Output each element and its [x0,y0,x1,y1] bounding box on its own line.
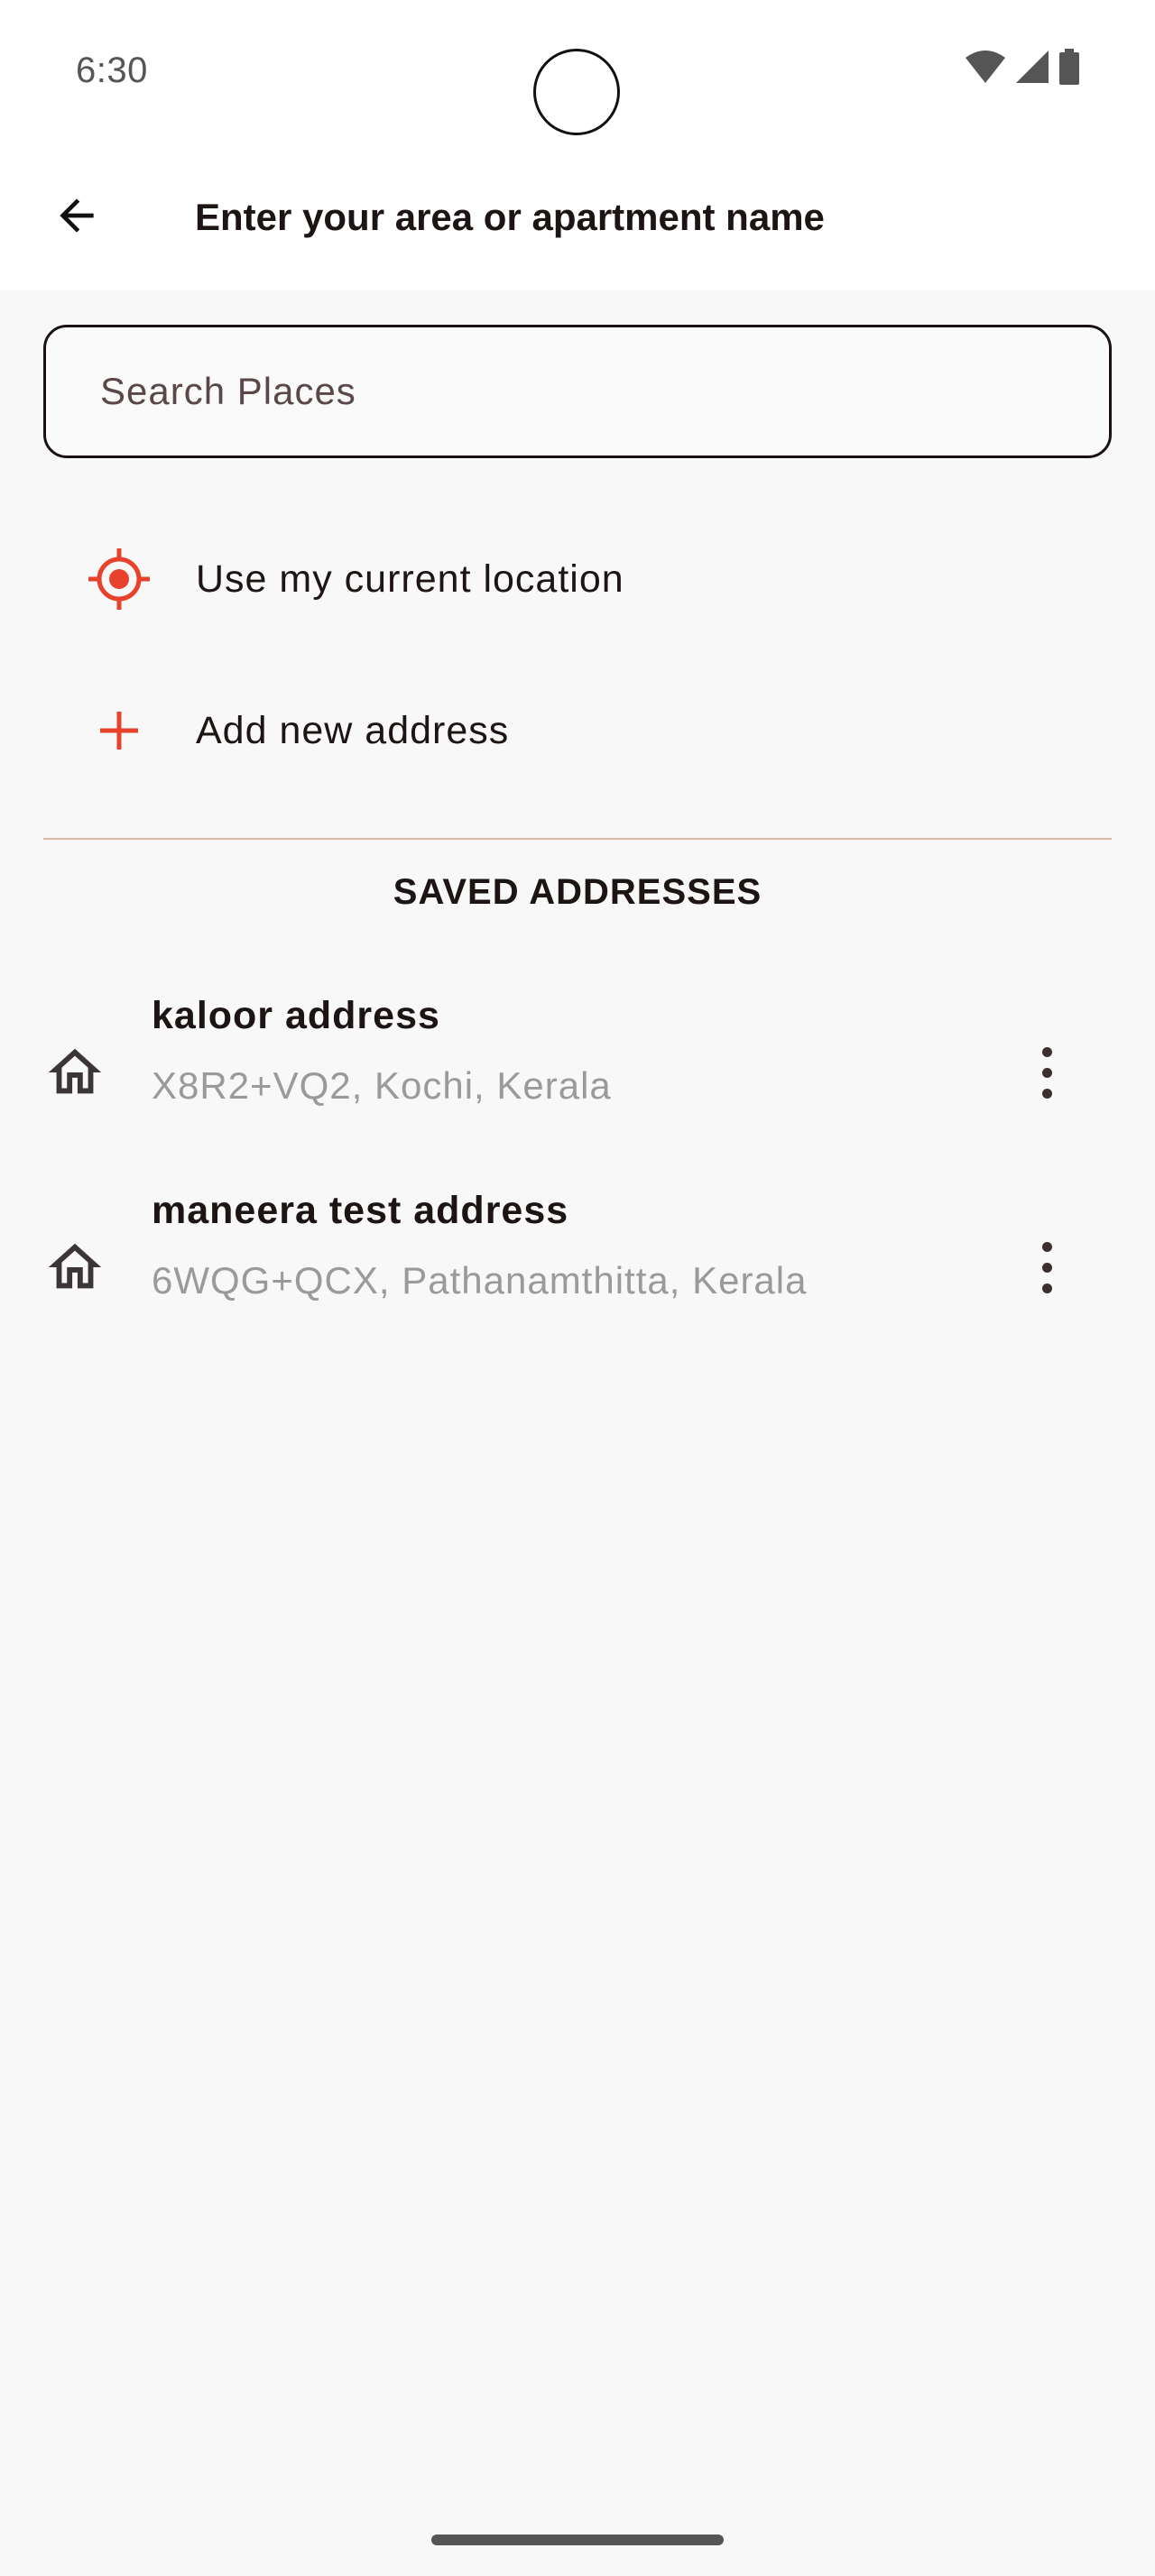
divider [43,838,1112,840]
menu-dot [1041,1088,1052,1099]
search-input[interactable] [100,327,1057,455]
home-indicator[interactable] [431,2535,724,2545]
add-new-address-label: Add new address [196,708,510,752]
search-box[interactable] [43,325,1112,458]
address-detail: X8R2+VQ2, Kochi, Kerala [152,1064,612,1107]
menu-dot [1041,1046,1052,1057]
menu-dot [1041,1241,1052,1252]
use-current-location-button[interactable]: Use my current location [0,507,1155,651]
signal-icon [1016,50,1049,87]
app-bar: Enter your area or apartment name [0,144,1155,290]
back-button[interactable] [42,182,112,253]
address-detail: 6WQG+QCX, Pathanamthitta, Kerala [152,1259,808,1302]
main-content: Use my current location Add new address … [0,290,1155,2576]
status-bar: 6:30 [0,0,1155,144]
wifi-icon [966,50,1005,87]
arrow-left-icon [51,190,102,245]
status-icons [966,48,1079,89]
menu-dot [1041,1067,1052,1078]
address-name: maneera test address [152,1189,569,1232]
camera-cutout [533,49,620,135]
saved-addresses-heading: SAVED ADDRESSES [393,872,762,912]
plus-icon [83,695,155,767]
add-new-address-button[interactable]: Add new address [0,658,1155,803]
menu-dot [1041,1262,1052,1273]
saved-address-item[interactable]: kaloor address X8R2+VQ2, Kochi, Kerala [0,985,1155,1165]
battery-icon [1059,48,1079,89]
more-vert-icon[interactable] [1020,1227,1074,1308]
home-icon [43,1041,106,1104]
menu-dot [1041,1283,1052,1293]
home-icon [43,1236,106,1299]
address-name: kaloor address [152,994,440,1037]
gps-target-icon [83,543,155,615]
status-time: 6:30 [76,51,148,90]
more-vert-icon[interactable] [1020,1032,1074,1113]
saved-address-item[interactable]: maneera test address 6WQG+QCX, Pathanamt… [0,1180,1155,1360]
page-title: Enter your area or apartment name [195,196,825,238]
use-current-location-label: Use my current location [196,557,624,601]
